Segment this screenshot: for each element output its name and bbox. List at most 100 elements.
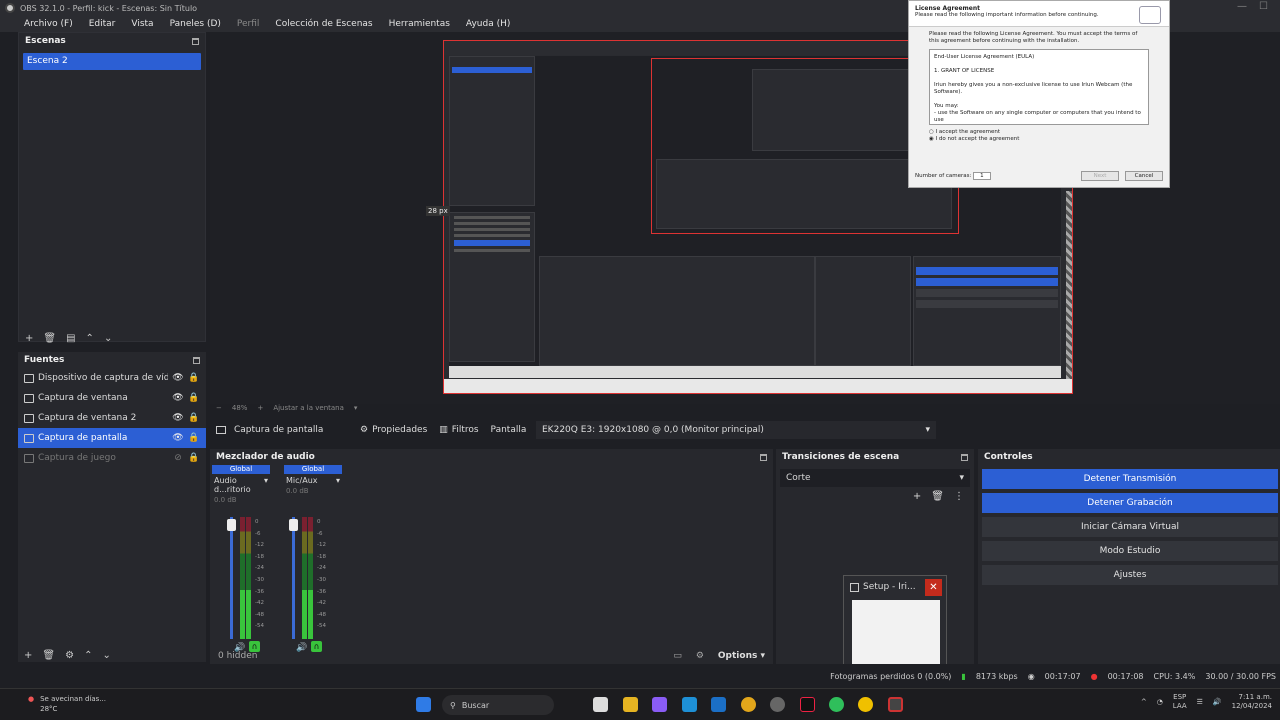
trash-icon[interactable]: 🗑	[931, 491, 944, 502]
file-explorer-icon[interactable]	[623, 697, 638, 712]
menu-view[interactable]: Vista	[131, 19, 153, 29]
add-icon[interactable]: +	[24, 650, 32, 661]
language-indicator[interactable]: ESP LAA	[1173, 693, 1187, 711]
trash-icon[interactable]: 🗑	[43, 333, 56, 344]
volume-handle[interactable]	[289, 519, 298, 531]
move-up-icon[interactable]: ⌃	[86, 333, 94, 344]
next-button[interactable]: Next	[1081, 171, 1119, 181]
context-source-name: Captura de pantalla	[234, 425, 324, 435]
visibility-eye-icon[interactable]: 👁	[172, 373, 184, 383]
settings-button[interactable]: Ajustes	[982, 565, 1278, 585]
gear-icon[interactable]: ⚙	[65, 650, 74, 661]
menu-help[interactable]: Ayuda (H)	[466, 19, 510, 29]
move-down-icon[interactable]: ⌄	[102, 650, 110, 661]
zoom-in-icon[interactable]: +	[257, 404, 263, 412]
menu-tools[interactable]: Herramientas	[389, 19, 450, 29]
move-down-icon[interactable]: ⌄	[104, 333, 112, 344]
start-virtual-camera-button[interactable]: Iniciar Cámara Virtual	[982, 517, 1278, 537]
stop-recording-button[interactable]: Detener Grabación	[982, 493, 1278, 513]
network-icon[interactable]: ◔	[1157, 698, 1163, 706]
menu-docks[interactable]: Paneles (D)	[170, 19, 221, 29]
undock-icon[interactable]	[193, 356, 200, 364]
menu-edit[interactable]: Editar	[89, 19, 116, 29]
volume-slider[interactable]	[292, 517, 295, 639]
source-item-selected[interactable]: Captura de pantalla 👁 🔒	[18, 428, 206, 448]
lock-icon[interactable]: 🔒	[188, 393, 200, 403]
close-icon[interactable]: ✕	[925, 579, 942, 596]
source-item[interactable]: Captura de juego ⊘ 🔒	[18, 448, 206, 468]
zoom-out-icon[interactable]: −	[216, 404, 222, 412]
transition-select[interactable]: Corte ▾	[780, 469, 970, 487]
accept-radio[interactable]: ○ I accept the agreement	[929, 129, 1149, 136]
mixer-channel: Global Mic/Aux ▾ 0.0 dB 0 -6 -12 -18 -24 -30 -3…	[284, 465, 342, 653]
studio-mode-button[interactable]: Modo Estudio	[982, 541, 1278, 561]
stop-streaming-button[interactable]: Detener Transmisión	[982, 469, 1278, 489]
more-icon[interactable]: ⋮	[954, 491, 964, 502]
hidden-eye-icon[interactable]: ⊘	[172, 453, 184, 463]
taskbar-search[interactable]: ⚲ Buscar	[442, 695, 554, 715]
source-item[interactable]: Dispositivo de captura de vídeo 👁 🔒	[18, 368, 206, 388]
lock-icon[interactable]: 🔒	[188, 433, 200, 443]
minimize-icon[interactable]: —	[1237, 1, 1247, 12]
app-icon[interactable]	[770, 697, 785, 712]
wifi-icon[interactable]: ☰	[1197, 698, 1203, 706]
volume-handle[interactable]	[227, 519, 236, 531]
clock[interactable]: 7:11 a.m. 12/04/2024	[1232, 693, 1272, 711]
trash-icon[interactable]: 🗑	[42, 650, 55, 661]
headphones-icon[interactable]: ∩	[249, 641, 260, 652]
visibility-eye-icon[interactable]: 👁	[172, 413, 184, 423]
store-icon[interactable]	[711, 697, 726, 712]
lock-icon[interactable]: 🔒	[188, 413, 200, 423]
volume-icon[interactable]: 🔊	[1213, 698, 1222, 706]
chevron-down-icon[interactable]: ▾	[264, 476, 268, 494]
undock-icon[interactable]	[760, 453, 767, 461]
license-textbox[interactable]: End-User License Agreement (EULA) 1. GRA…	[929, 49, 1149, 125]
weather-widget[interactable]: ● Se avecinan días... 28°C	[28, 694, 106, 714]
cameras-select[interactable]: 1	[973, 172, 991, 180]
link-icon[interactable]: ⚙	[696, 651, 704, 661]
tiktok-icon[interactable]	[800, 697, 815, 712]
speaker-icon[interactable]: 🔊	[296, 643, 307, 653]
dialog-title: License Agreement	[915, 5, 981, 12]
undock-icon[interactable]	[192, 37, 199, 45]
filters-button[interactable]: ▥ Filtros	[433, 420, 484, 440]
scene-item[interactable]: Escena 2	[23, 53, 201, 70]
layout-icon[interactable]: ▭	[673, 651, 682, 661]
display-select[interactable]: EK220Q E3: 1920x1080 @ 0,0 (Monitor prin…	[536, 421, 936, 439]
app-icon[interactable]	[858, 697, 873, 712]
add-icon[interactable]: +	[25, 333, 33, 344]
headphones-icon[interactable]: ∩	[311, 641, 322, 652]
decline-radio[interactable]: ◉ I do not accept the agreement	[929, 136, 1149, 143]
fit-window-label[interactable]: Ajustar a la ventana	[273, 404, 344, 412]
menu-scene-collection[interactable]: Colección de Escenas	[275, 19, 372, 29]
filter-icon[interactable]: ▤	[66, 333, 75, 344]
source-item[interactable]: Captura de ventana 2 👁 🔒	[18, 408, 206, 428]
visibility-eye-icon[interactable]: 👁	[172, 393, 184, 403]
menu-profile[interactable]: Perfil	[237, 19, 260, 29]
obs-taskbar-icon[interactable]	[888, 697, 903, 712]
windows-start-icon[interactable]	[416, 697, 431, 712]
lock-icon[interactable]: 🔒	[188, 373, 200, 383]
mixer-options[interactable]: Options ▾	[718, 651, 765, 661]
add-icon[interactable]: +	[913, 491, 921, 502]
move-up-icon[interactable]: ⌃	[84, 650, 92, 661]
chevron-up-icon[interactable]: ^	[1141, 698, 1147, 706]
properties-button[interactable]: ⚙ Propiedades	[354, 420, 433, 440]
lock-icon[interactable]: 🔒	[188, 453, 200, 463]
task-view-icon[interactable]	[593, 697, 608, 712]
cancel-button[interactable]: Cancel	[1125, 171, 1163, 181]
volume-slider[interactable]	[230, 517, 233, 639]
menu-file[interactable]: Archivo (F)	[24, 19, 73, 29]
app-icon	[850, 582, 859, 592]
chevron-down-icon[interactable]: ▾	[354, 404, 358, 412]
whatsapp-icon[interactable]	[829, 697, 844, 712]
chevron-down-icon[interactable]: ▾	[336, 476, 340, 485]
undock-icon[interactable]	[961, 453, 968, 461]
chrome-icon[interactable]	[741, 697, 756, 712]
visibility-eye-icon[interactable]: 👁	[172, 433, 184, 443]
edge-icon[interactable]	[682, 697, 697, 712]
copilot-icon[interactable]	[652, 697, 667, 712]
source-item[interactable]: Captura de ventana 👁 🔒	[18, 388, 206, 408]
maximize-icon[interactable]: ☐	[1259, 1, 1268, 12]
speaker-icon[interactable]: 🔊	[234, 643, 245, 653]
